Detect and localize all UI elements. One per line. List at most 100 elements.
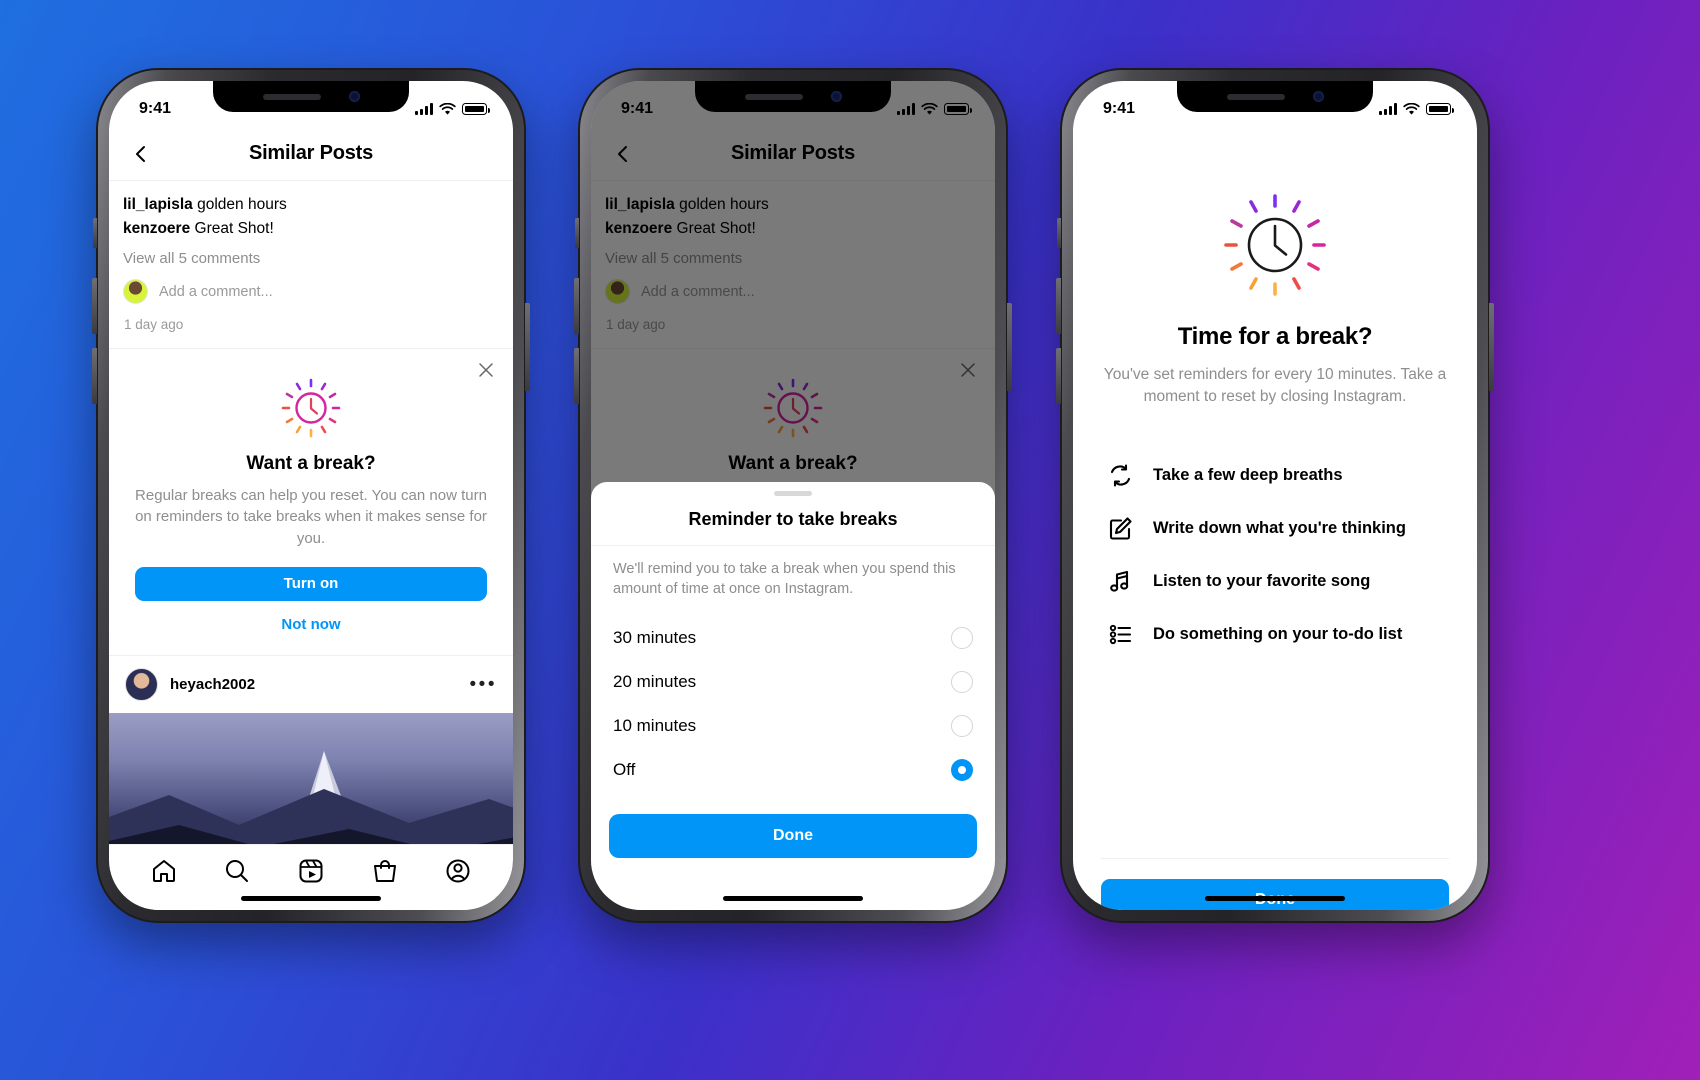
radio-20-minutes[interactable] <box>951 671 973 693</box>
home-indicator <box>723 896 863 901</box>
not-now-button[interactable]: Not now <box>135 616 487 633</box>
radio-off[interactable] <box>951 759 973 781</box>
edit-square-icon <box>1107 515 1134 542</box>
status-time: 9:41 <box>1103 100 1136 117</box>
status-time: 9:41 <box>621 100 654 117</box>
comment-1-text: golden hours <box>192 196 287 213</box>
more-options-icon[interactable]: ••• <box>470 675 497 694</box>
tip-label: Listen to your favorite song <box>1153 571 1371 590</box>
mute-switch[interactable] <box>575 218 579 248</box>
option-label: 20 minutes <box>613 672 697 691</box>
radio-10-minutes[interactable] <box>951 715 973 737</box>
page-title: Similar Posts <box>248 142 374 164</box>
tip-label: Do something on your to-do list <box>1153 624 1403 643</box>
footer-actions: Done Edit reminder <box>1101 858 1449 910</box>
volume-down-button[interactable] <box>1056 348 1061 404</box>
chevron-left-icon[interactable] <box>131 144 151 164</box>
comment-1: lil_lapisla golden hours <box>123 193 499 217</box>
comment-1-user[interactable]: lil_lapisla <box>123 196 193 213</box>
power-button[interactable] <box>1489 303 1494 391</box>
cellular-bars-icon <box>897 103 915 115</box>
post-timestamp: 1 day ago <box>124 317 184 333</box>
phone-mockup-3: 9:41 Time for a break? You've set remind… <box>1056 68 1494 923</box>
comment-2-user[interactable]: kenzoere <box>123 220 190 237</box>
earpiece-speaker <box>1226 93 1285 100</box>
volume-up-button[interactable] <box>574 278 579 334</box>
break-reminder-card: Want a break? Regular breaks can help yo… <box>109 349 513 655</box>
phone2-screen: 9:41 Similar Posts lil_lapisla golden ho… <box>591 81 995 910</box>
tip-item-breaths: Take a few deep breaths <box>1101 449 1449 502</box>
add-comment-row[interactable]: Add a comment... <box>123 279 499 305</box>
avatar <box>123 279 148 305</box>
post-header: heyach2002 ••• <box>109 656 513 713</box>
earpiece-speaker <box>262 93 321 100</box>
clock-rays-icon <box>1101 193 1449 297</box>
tip-label: Write down what you're thinking <box>1153 518 1406 537</box>
power-button[interactable] <box>1007 303 1012 391</box>
profile-icon[interactable] <box>445 858 471 884</box>
sheet-done-button[interactable]: Done <box>609 814 977 858</box>
wifi-icon <box>439 102 456 115</box>
search-icon[interactable] <box>224 858 250 884</box>
volume-up-button[interactable] <box>92 278 97 334</box>
page-subtitle: You've set reminders for every 10 minute… <box>1103 366 1447 406</box>
option-row-off[interactable]: Off <box>591 748 995 792</box>
mute-switch[interactable] <box>93 218 97 248</box>
option-label: Off <box>613 760 636 779</box>
option-label: 10 minutes <box>613 716 697 735</box>
front-camera <box>348 91 360 102</box>
earpiece-speaker <box>744 93 803 100</box>
wifi-icon <box>1403 102 1420 115</box>
phone1-screen: 9:41 Similar Posts lil_lapisla golden ho… <box>109 81 513 910</box>
todo-list-icon <box>1107 621 1134 648</box>
notch <box>1177 81 1373 112</box>
cellular-bars-icon <box>415 103 433 115</box>
reels-icon[interactable] <box>298 858 324 884</box>
tip-item-todo: Do something on your to-do list <box>1101 608 1449 661</box>
phone3-screen: 9:41 Time for a break? You've set remind… <box>1073 81 1477 910</box>
break-card-body: Regular breaks can help you reset. You c… <box>135 487 487 547</box>
volume-up-button[interactable] <box>1056 278 1061 334</box>
option-row-20-minutes[interactable]: 20 minutes <box>591 660 995 704</box>
view-all-comments-link[interactable]: View all 5 comments <box>123 250 499 267</box>
comment-2-text: Great Shot! <box>190 220 274 238</box>
music-note-icon <box>1107 568 1134 595</box>
post-username[interactable]: heyach2002 <box>170 676 458 693</box>
sheet-title: Reminder to take breaks <box>591 496 995 546</box>
volume-down-button[interactable] <box>574 348 579 404</box>
power-button[interactable] <box>525 303 530 391</box>
battery-icon <box>944 103 972 115</box>
page-title: Time for a break? <box>1177 323 1373 350</box>
option-row-10-minutes[interactable]: 10 minutes <box>591 704 995 748</box>
notch <box>213 81 409 112</box>
clock-rays-icon <box>135 377 487 439</box>
home-indicator <box>1205 896 1345 901</box>
home-icon[interactable] <box>151 858 177 884</box>
wifi-icon <box>921 102 938 115</box>
front-camera <box>830 91 842 102</box>
close-icon[interactable] <box>477 361 495 379</box>
volume-down-button[interactable] <box>92 348 97 404</box>
shop-icon[interactable] <box>372 858 398 884</box>
status-time: 9:41 <box>139 100 172 117</box>
sheet-subtitle: We'll remind you to take a break when yo… <box>613 560 956 598</box>
comment-2: kenzoere Great Shot! <box>123 217 499 241</box>
tip-item-write: Write down what you're thinking <box>1101 502 1449 555</box>
option-row-30-minutes[interactable]: 30 minutes <box>591 616 995 660</box>
battery-icon <box>462 103 490 115</box>
add-comment-input[interactable]: Add a comment... <box>159 284 273 300</box>
avatar[interactable] <box>125 667 158 701</box>
home-indicator <box>241 896 381 901</box>
break-fullscreen: Time for a break? You've set reminders f… <box>1073 127 1477 910</box>
tip-item-music: Listen to your favorite song <box>1101 555 1449 608</box>
mute-switch[interactable] <box>1057 218 1061 248</box>
feed-comments: lil_lapisla golden hours kenzoere Great … <box>109 181 513 348</box>
turn-on-button[interactable]: Turn on <box>135 566 487 601</box>
reminder-bottom-sheet: Reminder to take breaks We'll remind you… <box>591 481 995 910</box>
done-button[interactable]: Done <box>1101 879 1449 910</box>
radio-30-minutes[interactable] <box>951 627 973 649</box>
refresh-loop-icon <box>1107 462 1134 489</box>
break-card-title: Want a break? <box>246 453 376 475</box>
phone-mockup-2: 9:41 Similar Posts lil_lapisla golden ho… <box>574 68 1012 923</box>
navigation-bar: Similar Posts <box>109 127 513 181</box>
